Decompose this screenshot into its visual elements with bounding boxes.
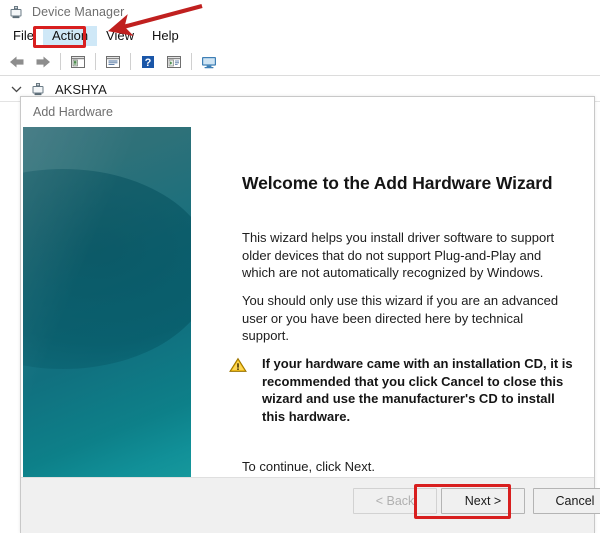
cancel-button[interactable]: Cancel: [533, 488, 600, 514]
warning-triangle-icon: [229, 357, 247, 373]
toolbar-separator: [191, 53, 192, 70]
scan-hardware-changes-icon[interactable]: [161, 51, 187, 73]
menu-bar: File Action View Help: [0, 24, 600, 48]
computer-icon: [30, 81, 46, 97]
help-icon[interactable]: ?: [135, 51, 161, 73]
wizard-content: Welcome to the Add Hardware Wizard This …: [21, 127, 594, 477]
wizard-warning-text: If your hardware came with an installati…: [262, 356, 573, 424]
back-arrow-icon[interactable]: [4, 51, 30, 73]
toolbar: ?: [0, 48, 600, 76]
wizard-continue-text: To continue, click Next.: [242, 459, 375, 474]
svg-text:?: ?: [145, 57, 152, 69]
wizard-paragraph-1: This wizard helps you install driver sof…: [242, 230, 555, 280]
forward-arrow-icon[interactable]: [30, 51, 56, 73]
wizard-banner-graphic: [23, 127, 191, 477]
device-manager-icon: [8, 4, 24, 20]
wizard-warning: If your hardware came with an installati…: [229, 355, 574, 425]
toolbar-separator: [95, 53, 96, 70]
menu-item-help[interactable]: Help: [143, 26, 188, 46]
wizard-title: Add Hardware: [33, 105, 113, 119]
banner-sheen: [23, 127, 191, 477]
menu-item-action[interactable]: Action: [42, 26, 98, 46]
add-hardware-wizard-dialog: Add Hardware Welcome to the Add Hardware…: [20, 96, 600, 533]
wizard-text-pane: Welcome to the Add Hardware Wizard This …: [191, 127, 592, 477]
update-driver-icon[interactable]: [196, 51, 222, 73]
tree-node-label[interactable]: AKSHYA: [55, 82, 107, 97]
toolbar-separator: [60, 53, 61, 70]
menu-item-file[interactable]: File: [4, 26, 43, 46]
wizard-heading: Welcome to the Add Hardware Wizard: [242, 173, 553, 193]
device-manager-titlebar: Device Manager: [0, 0, 600, 24]
back-button[interactable]: < Back: [353, 488, 437, 514]
next-button[interactable]: Next >: [441, 488, 525, 514]
menu-item-view[interactable]: View: [97, 26, 143, 46]
wizard-titlebar: Add Hardware: [21, 97, 594, 127]
wizard-paragraph-2: You should only use this wizard if you a…: [242, 293, 559, 343]
wizard-footer: < Back Next > Cancel: [21, 477, 600, 533]
device-manager-title: Device Manager: [32, 5, 125, 19]
properties-icon[interactable]: [100, 51, 126, 73]
toolbar-separator: [130, 53, 131, 70]
show-hide-console-tree-icon[interactable]: [65, 51, 91, 73]
